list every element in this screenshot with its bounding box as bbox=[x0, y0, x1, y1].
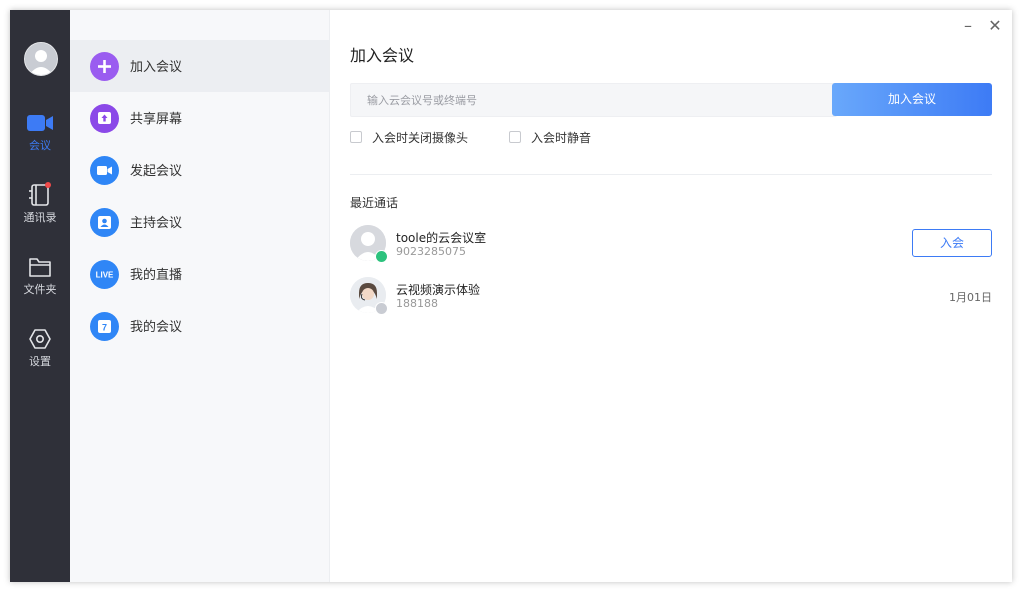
app-window: 会议 通讯录 文件夹 设置 加入会议 共享屏幕 发起会议 主持会议 LIVE 我… bbox=[10, 10, 1012, 582]
menu-item-label: 共享屏幕 bbox=[130, 112, 183, 127]
mute-option[interactable]: 入会时静音 bbox=[509, 129, 591, 145]
menu-item-my-live[interactable]: LIVE 我的直播 bbox=[70, 248, 329, 300]
device-badge bbox=[375, 302, 388, 315]
camera-off-option[interactable]: 入会时关闭摄像头 bbox=[350, 129, 468, 145]
mute-checkbox[interactable] bbox=[509, 131, 521, 143]
user-avatar[interactable] bbox=[24, 42, 58, 76]
online-badge bbox=[375, 250, 388, 263]
rail-item-settings[interactable]: 设置 bbox=[10, 328, 70, 369]
video-icon bbox=[90, 156, 119, 185]
rail-item-contacts[interactable]: 通讯录 bbox=[10, 182, 70, 225]
call-name: 云视频演示体验 bbox=[396, 283, 481, 297]
rail-item-label: 设置 bbox=[29, 355, 51, 368]
menu-item-host-meeting[interactable]: 主持会议 bbox=[70, 196, 329, 248]
meeting-menu: 加入会议 共享屏幕 发起会议 主持会议 LIVE 我的直播 7 我的会议 bbox=[70, 10, 330, 582]
menu-item-start-meeting[interactable]: 发起会议 bbox=[70, 144, 329, 196]
folder-icon bbox=[29, 258, 51, 277]
close-button[interactable]: ✕ bbox=[987, 18, 1003, 34]
call-name: toole的云会议室 bbox=[396, 231, 487, 245]
recent-call-row[interactable]: toole的云会议室 9023285075 入会 bbox=[350, 225, 992, 263]
menu-item-share-screen[interactable]: 共享屏幕 bbox=[70, 92, 329, 144]
host-icon bbox=[90, 208, 119, 237]
call-id: 188188 bbox=[396, 297, 438, 310]
plus-icon bbox=[90, 52, 119, 81]
meeting-number-input[interactable] bbox=[350, 83, 837, 117]
camera-off-checkbox[interactable] bbox=[350, 131, 362, 143]
menu-item-label: 我的会议 bbox=[130, 320, 183, 335]
live-icon: LIVE bbox=[90, 260, 119, 289]
call-id: 9023285075 bbox=[396, 245, 466, 258]
nav-rail: 会议 通讯录 文件夹 设置 bbox=[10, 10, 70, 582]
live-icon-text: LIVE bbox=[96, 271, 114, 280]
settings-hexagon-icon bbox=[29, 329, 51, 349]
mute-label: 入会时静音 bbox=[531, 130, 592, 145]
main-panel: – ✕ 加入会议 加入会议 入会时关闭摄像头 入会时静音 最近通话 toole bbox=[330, 10, 1012, 582]
rail-item-meeting[interactable]: 会议 bbox=[10, 112, 70, 153]
enter-meeting-button[interactable]: 入会 bbox=[912, 229, 992, 257]
recent-calls-title: 最近通话 bbox=[350, 196, 399, 210]
menu-item-label: 我的直播 bbox=[130, 268, 183, 283]
rail-item-label: 文件夹 bbox=[23, 283, 57, 296]
recent-call-row[interactable]: 云视频演示体验 188188 1月01日 bbox=[350, 277, 992, 315]
calendar-icon-text: 7 bbox=[102, 323, 107, 333]
join-meeting-button[interactable]: 加入会议 bbox=[832, 83, 992, 116]
call-date: 1月01日 bbox=[949, 291, 992, 304]
menu-item-label: 发起会议 bbox=[130, 164, 183, 179]
menu-item-label: 加入会议 bbox=[130, 60, 183, 75]
menu-item-join-meeting[interactable]: 加入会议 bbox=[70, 40, 329, 92]
rail-item-label: 通讯录 bbox=[23, 211, 57, 224]
notification-dot bbox=[45, 182, 51, 188]
rail-item-folder[interactable]: 文件夹 bbox=[10, 256, 70, 297]
camera-off-label: 入会时关闭摄像头 bbox=[372, 130, 469, 145]
video-camera-icon bbox=[27, 115, 53, 131]
rail-item-label: 会议 bbox=[29, 139, 51, 152]
user-avatar-icon bbox=[25, 43, 57, 75]
divider bbox=[350, 174, 992, 175]
menu-item-label: 主持会议 bbox=[130, 216, 183, 231]
share-screen-icon bbox=[90, 104, 119, 133]
minimize-button[interactable]: – bbox=[960, 18, 976, 34]
menu-item-my-meetings[interactable]: 7 我的会议 bbox=[70, 300, 329, 352]
calendar-icon: 7 bbox=[90, 312, 119, 341]
page-title: 加入会议 bbox=[350, 46, 415, 65]
